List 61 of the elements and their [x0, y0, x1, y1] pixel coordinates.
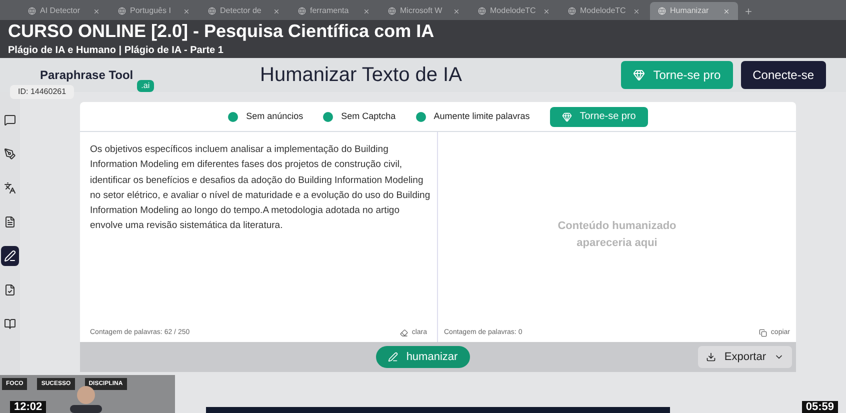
translate-icon [4, 182, 16, 194]
browser-tab[interactable]: ferramenta [290, 2, 378, 20]
browser-tab[interactable]: Humanizar [650, 2, 738, 20]
logo-suffix: .ai [137, 80, 154, 92]
person-figure [68, 385, 104, 413]
page-title: Humanizar Texto de IA [260, 63, 462, 88]
browser-tab[interactable]: Detector de [200, 2, 288, 20]
time-left: 12:02 [10, 401, 46, 413]
feature-icon [323, 112, 334, 122]
id-badge: ID: 14460261 [10, 85, 74, 99]
diamond-icon [562, 112, 572, 122]
file-check-icon [4, 284, 16, 296]
connect-button[interactable]: Conecte-se [740, 61, 826, 89]
globe-icon [208, 7, 216, 15]
browser-tab[interactable]: AI Detector [20, 2, 108, 20]
close-icon[interactable] [93, 8, 100, 14]
feature-label: Sem anúncios [246, 110, 304, 123]
writing-icon [4, 250, 16, 262]
globe-icon [388, 7, 396, 15]
diamond-icon [633, 69, 646, 81]
globe-icon [298, 7, 306, 15]
video-subtitle: Plágio de IA e Humano | Plágio de IA - Parte 1 [8, 45, 224, 57]
new-tab-icon[interactable] [744, 7, 753, 16]
download-icon [706, 352, 716, 362]
globe-icon [568, 7, 576, 15]
humanize-button[interactable]: humanizar [376, 346, 470, 368]
pen-icon [4, 148, 16, 160]
feature-icon [228, 112, 238, 122]
feature-label: Aumente limite palavras [434, 110, 530, 123]
pro-button[interactable]: Torne-se pro [550, 106, 648, 126]
sidebar-item[interactable] [1, 246, 19, 266]
browser-tab[interactable]: Português I [110, 2, 198, 20]
feature-icon [416, 112, 426, 122]
close-icon[interactable] [723, 8, 730, 14]
logo-text[interactable]: Paraphrase Tool [40, 66, 134, 84]
browser-tab[interactable]: ModelodeTC [560, 2, 648, 20]
globe-icon [118, 7, 126, 15]
browser-tab[interactable]: Microsoft W [380, 2, 468, 20]
browser-tab[interactable]: ModelodeTC [470, 2, 558, 20]
feature-label: Sem Captcha [341, 110, 396, 123]
export-button[interactable]: Exportar [698, 346, 792, 368]
book-icon [4, 318, 16, 330]
copy-icon [758, 328, 767, 337]
close-icon[interactable] [633, 8, 640, 14]
close-icon[interactable] [363, 8, 370, 14]
document-icon [4, 216, 16, 228]
close-icon[interactable] [183, 8, 190, 14]
globe-icon [658, 7, 666, 15]
output-field[interactable]: Conteúdo humanizado apareceria aqui [444, 142, 790, 328]
globe-icon [28, 7, 36, 15]
eraser-icon [400, 328, 408, 337]
pro-button[interactable]: Torne-se pro [621, 61, 733, 89]
video-title: CURSO ONLINE [2.0] - Pesquisa Científica com IA [8, 21, 434, 42]
close-icon[interactable] [453, 8, 460, 14]
input-text[interactable]: Os objetivos específicos incluem analisar a implementação do Building Information Modeling em diferentes fases dos projetos de construção civil, identificar os benefícios e desafios da adoção do Building Information Modeling no setor elétrico, e avaliar o nível de maturidade e a evolução do uso do Building Information Modeling ao longo do tempo.A metodologia adotada no artigo envolve uma revisão sistemática da literatura. [90, 142, 434, 234]
time-right: 05:59 [802, 401, 838, 413]
globe-icon [478, 7, 486, 15]
pen-icon [388, 352, 398, 362]
chat-icon [4, 114, 16, 126]
close-icon[interactable] [273, 8, 280, 14]
close-icon[interactable] [543, 8, 550, 14]
